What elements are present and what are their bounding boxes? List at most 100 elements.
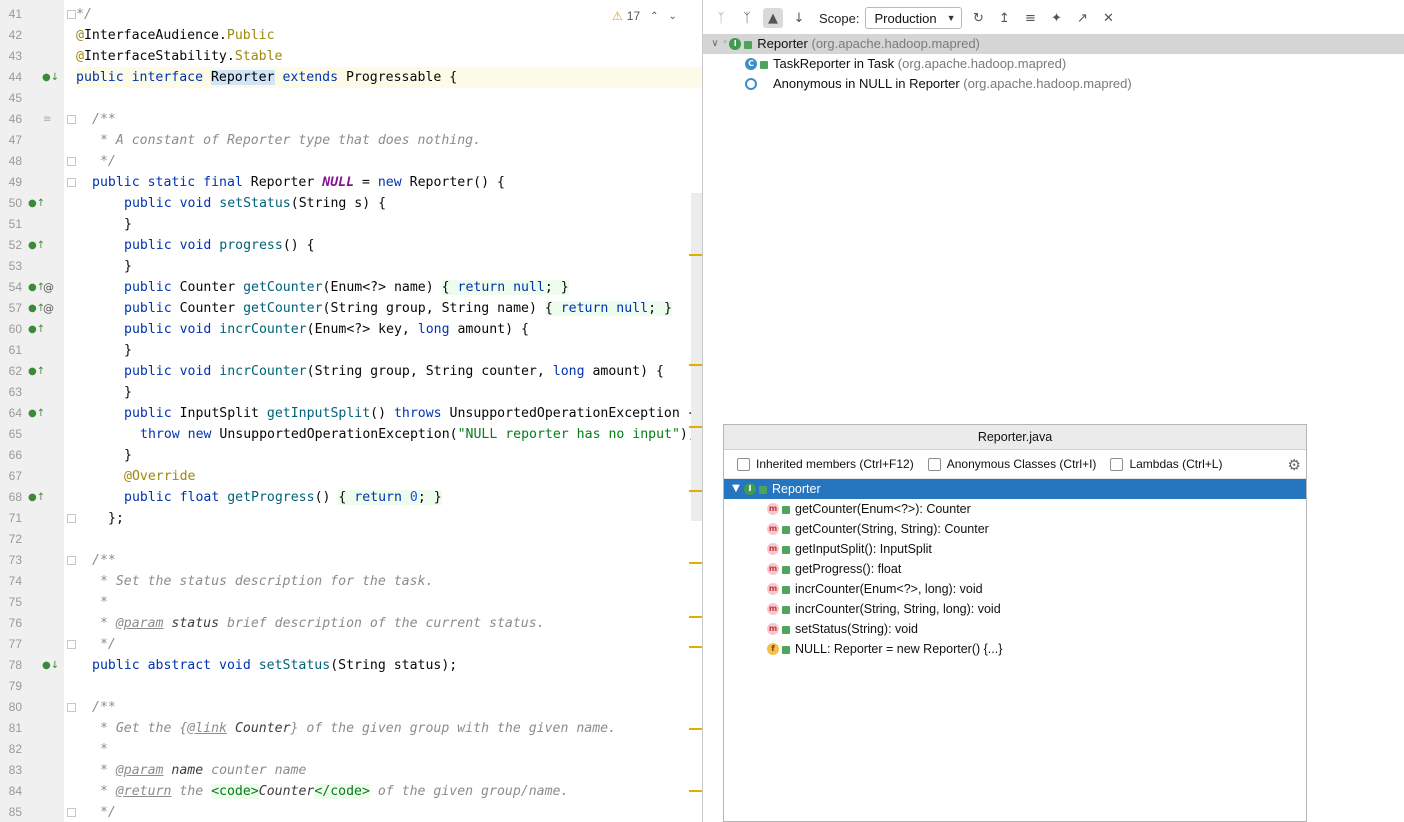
chevron-up-icon[interactable]: ⌃ (650, 11, 658, 22)
code-line[interactable]: public abstract void setStatus(String st… (76, 655, 457, 676)
warning-stripe-mark[interactable] (689, 646, 702, 648)
structure-member-row[interactable]: m incrCounter(Enum<?>, long): void (724, 579, 1306, 599)
structure-member-row[interactable]: m getCounter(String, String): Counter (724, 519, 1306, 539)
collapse-all-icon[interactable]: ≡ (1020, 8, 1040, 28)
supertypes-hierarchy-icon[interactable]: ᛉ (737, 8, 757, 28)
code-line[interactable]: * @param name counter name (76, 760, 306, 781)
chevron-down-icon[interactable]: ∨ (707, 34, 723, 54)
fold-marker-icon[interactable] (67, 115, 76, 124)
code-line[interactable]: } (76, 214, 132, 235)
warning-stripe-mark[interactable] (689, 490, 702, 492)
code-line[interactable]: public InputSplit getInputSplit() throws… (76, 403, 696, 424)
chevron-down-icon[interactable]: ▼ (728, 479, 744, 499)
hierarchy-row[interactable]: C TaskReporter in Task (org.apache.hadoop… (703, 54, 1404, 74)
code-line[interactable]: * A constant of Reporter type that does … (76, 130, 481, 151)
structure-member-row[interactable]: m getCounter(Enum<?>): Counter (724, 499, 1306, 519)
code-editor[interactable]: 41 42 43 44 ●↓ 45 46 ≡ 47 48 49 50 ●↑ 51 52 ●↑ 53 54 ●↑ @57… (0, 0, 703, 822)
code-line[interactable]: } (76, 340, 132, 361)
code-line[interactable]: * Set the status description for the tas… (76, 571, 433, 592)
hierarchy-row[interactable]: ∨ * I Reporter (org.apache.hadoop.mapred) (703, 34, 1404, 54)
structure-member-row[interactable]: m incrCounter(String, String, long): void (724, 599, 1306, 619)
code-line[interactable]: @Override (76, 466, 195, 487)
warning-stripe-mark[interactable] (689, 616, 702, 618)
sort-alpha-icon[interactable]: ↓ (789, 8, 809, 28)
checkbox-box[interactable] (927, 457, 941, 471)
code-line[interactable]: */ (76, 802, 116, 822)
code-line[interactable]: public void progress() { (76, 235, 315, 256)
hierarchy-row[interactable]: Anonymous in NULL in Reporter (org.apach… (703, 74, 1404, 94)
hierarchy-tree[interactable]: ∨ * I Reporter (org.apache.hadoop.mapred) C T… (703, 34, 1404, 94)
code-line[interactable]: public float getProgress() { return 0; } (76, 487, 442, 508)
export-icon[interactable]: ↥ (994, 8, 1014, 28)
code-line[interactable]: } (76, 445, 132, 466)
implements-method-icon[interactable]: ●↑ (28, 193, 45, 214)
code-line[interactable]: public void incrCounter(Enum<?> key, lon… (76, 319, 529, 340)
fold-marker-icon[interactable] (67, 178, 76, 187)
code-line[interactable]: public Counter getCounter(Enum<?> name) … (76, 277, 569, 298)
error-stripe[interactable] (688, 0, 702, 822)
warning-stripe-mark[interactable] (689, 728, 702, 730)
annotation-icon[interactable]: @ (43, 298, 54, 319)
fold-marker-icon[interactable] (67, 808, 76, 817)
code-line[interactable]: @InterfaceAudience.Public (76, 25, 275, 46)
implements-method-icon[interactable]: ●↑ (28, 319, 45, 340)
warning-stripe-mark[interactable] (689, 426, 702, 428)
fold-marker-icon[interactable] (67, 10, 76, 19)
implemented-by-icon[interactable]: ●↓ (42, 655, 59, 676)
warning-stripe-mark[interactable] (689, 562, 702, 564)
code-line[interactable]: /** (76, 109, 116, 130)
render-doc-icon[interactable]: ≡ (43, 109, 51, 130)
subtypes-hierarchy-icon[interactable]: ᛉ (711, 8, 731, 28)
anonymous-classes-checkbox[interactable]: Anonymous Classes (Ctrl+I) (927, 457, 1096, 471)
gear-icon[interactable]: ⚙ (1288, 456, 1301, 474)
code-line[interactable]: public interface Reporter extends Progre… (76, 67, 703, 88)
code-line[interactable]: */ (76, 634, 116, 655)
code-line[interactable]: } (76, 256, 132, 277)
code-line[interactable]: throw new UnsupportedOperationException(… (76, 424, 696, 445)
code-line[interactable]: * (76, 592, 108, 613)
code-line[interactable]: public Counter getCounter(String group, … (76, 298, 672, 319)
scope-dropdown[interactable]: Production ▼ (865, 7, 963, 29)
implements-method-icon[interactable]: ●↑ (28, 487, 45, 508)
code-line[interactable]: public static final Reporter NULL = new … (76, 172, 505, 193)
code-line[interactable]: */ (76, 151, 116, 172)
implements-method-icon[interactable]: ●↑ (28, 235, 45, 256)
close-icon[interactable]: ✕ (1098, 8, 1118, 28)
inspection-widget[interactable]: ⚠ 17 ⌃ ⌄ (612, 9, 677, 23)
code-line[interactable]: /** (76, 550, 116, 571)
fold-marker-icon[interactable] (67, 157, 76, 166)
warning-stripe-mark[interactable] (689, 364, 702, 366)
code-line[interactable]: public void setStatus(String s) { (76, 193, 386, 214)
refresh-icon[interactable]: ↻ (968, 8, 988, 28)
lambdas-checkbox[interactable]: Lambdas (Ctrl+L) (1110, 457, 1222, 471)
open-in-window-icon[interactable]: ↗ (1072, 8, 1092, 28)
editor-gutter[interactable]: 41 42 43 44 ●↓ 45 46 ≡ 47 48 49 50 ●↑ 51 52 ●↑ 53 54 ●↑ @57… (0, 0, 64, 822)
pin-icon[interactable]: ✦ (1046, 8, 1066, 28)
implements-method-icon[interactable]: ●↑ (28, 361, 45, 382)
code-line[interactable]: * Get the {@link Counter} of the given g… (76, 718, 616, 739)
implements-method-icon[interactable]: ●↑ (28, 403, 45, 424)
code-line[interactable]: * @param status brief description of the… (76, 613, 545, 634)
code-line[interactable]: * (76, 739, 108, 760)
fold-marker-icon[interactable] (67, 514, 76, 523)
structure-tree[interactable]: ▼ I Reporter m getCounter(Enum<?>): Count… (724, 479, 1306, 659)
fold-marker-icon[interactable] (67, 703, 76, 712)
code-line[interactable]: /** (76, 697, 116, 718)
structure-member-row[interactable]: m getInputSplit(): InputSplit (724, 539, 1306, 559)
code-line[interactable]: */ (76, 4, 92, 25)
fold-marker-icon[interactable] (67, 556, 76, 565)
structure-member-row[interactable]: m getProgress(): float (724, 559, 1306, 579)
checkbox-box[interactable] (1110, 457, 1124, 471)
checkbox-box[interactable] (737, 457, 750, 471)
warning-stripe-mark[interactable] (689, 254, 702, 256)
structure-root-row[interactable]: ▼ I Reporter (724, 479, 1306, 499)
code-line[interactable]: @InterfaceStability.Stable (76, 46, 282, 67)
warning-stripe-mark[interactable] (689, 790, 702, 792)
code-line[interactable]: public void incrCounter(String group, St… (76, 361, 664, 382)
class-hierarchy-icon[interactable]: ▲ (763, 8, 783, 28)
code-line[interactable]: } (76, 382, 132, 403)
chevron-down-icon[interactable]: ⌄ (669, 11, 677, 22)
fold-marker-icon[interactable] (67, 640, 76, 649)
structure-member-row[interactable]: f NULL: Reporter = new Reporter() {...} (724, 639, 1306, 659)
code-line[interactable]: * @return the <code>Counter</code> of th… (76, 781, 568, 802)
